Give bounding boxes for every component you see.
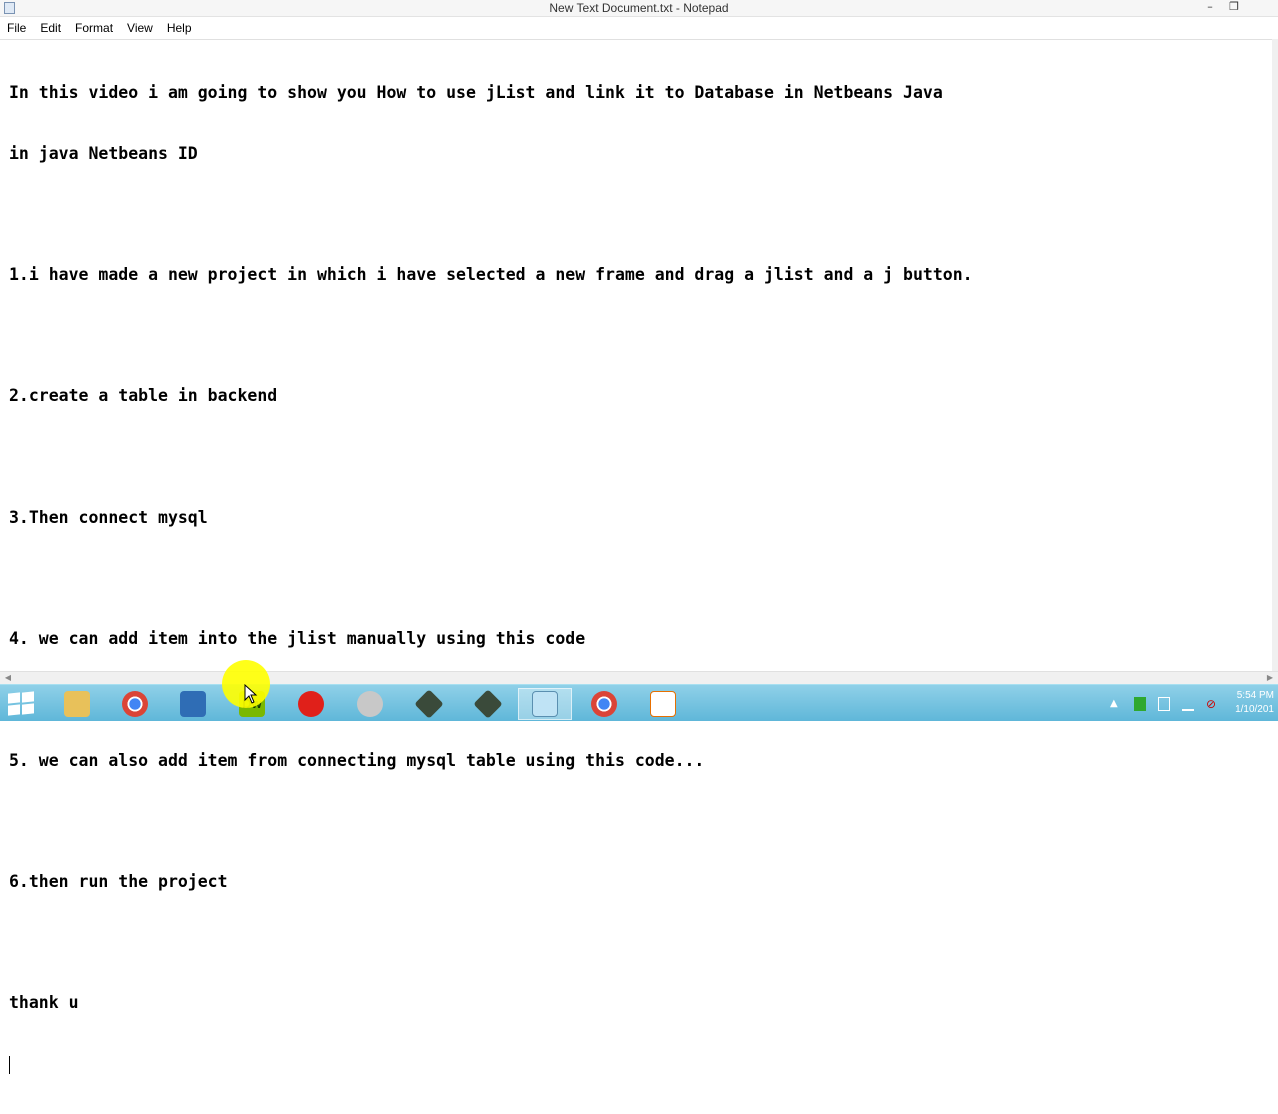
system-tray: ▲ ⊘	[1110, 695, 1218, 713]
menu-edit[interactable]: Edit	[33, 17, 68, 39]
scroll-right-arrow-icon[interactable]: ▶	[1264, 672, 1276, 684]
vertical-scrollbar[interactable]	[1272, 39, 1278, 671]
editor-line: 3.Then connect mysql	[9, 507, 208, 527]
opera-icon	[298, 691, 324, 717]
taskbar-opera[interactable]	[284, 688, 338, 720]
volume-muted-icon[interactable]: ⊘	[1206, 697, 1218, 711]
editor-line: 5. we can also add item from connecting …	[9, 750, 705, 770]
notepad-icon	[532, 691, 558, 717]
tray-app-icon[interactable]	[1134, 697, 1146, 711]
java-icon	[650, 691, 676, 717]
editor-line: In this video i am going to show you How…	[9, 83, 943, 102]
editor-line: 2.create a table in backend	[9, 386, 278, 406]
editor-line: 1.i have made a new project in which i h…	[9, 265, 973, 285]
taskbar-java[interactable]	[636, 688, 690, 720]
taskbar-notepad[interactable]	[518, 688, 572, 720]
menu-help[interactable]: Help	[160, 17, 199, 39]
taskbar-chrome[interactable]	[108, 688, 162, 720]
clock-time: 5:54 PM	[1236, 690, 1274, 701]
netbeans-icon	[414, 689, 444, 719]
tray-overflow-icon[interactable]: ▲	[1110, 697, 1122, 711]
window-title: New Text Document.txt - Notepad	[549, 1, 729, 15]
horizontal-scrollbar[interactable]: ◀ ▶	[0, 671, 1278, 684]
taskbar-netbeans[interactable]	[402, 688, 456, 720]
mouse-pointer-icon	[244, 684, 258, 704]
windows-logo-icon	[8, 692, 20, 704]
menu-bar: File Edit Format View Help	[0, 17, 1278, 39]
taskbar-netbeans-alt[interactable]	[461, 688, 515, 720]
menu-format[interactable]: Format	[68, 17, 120, 39]
text-editor[interactable]: In this video i am going to show you How…	[0, 39, 1272, 1074]
menu-view[interactable]: View	[120, 17, 160, 39]
taskbar: Dw ▲ ⊘ 5:54 PM 1/10/201	[0, 684, 1278, 721]
paint-icon	[357, 691, 383, 717]
title-bar: New Text Document.txt - Notepad – ❐	[0, 0, 1278, 17]
menu-file[interactable]: File	[0, 17, 33, 39]
editor-line: thank u	[9, 993, 79, 1013]
restore-button[interactable]: ❐	[1222, 0, 1246, 16]
text-caret	[9, 1055, 10, 1074]
start-button[interactable]	[8, 691, 36, 717]
editor-line: in java Netbeans ID	[9, 143, 198, 163]
editor-line: 4. we can add item into the jlist manual…	[9, 629, 586, 649]
chrome-icon-2	[591, 691, 617, 717]
network-icon[interactable]	[1182, 697, 1194, 711]
file-explorer-icon	[64, 691, 90, 717]
system-clock[interactable]: 5:54 PM 1/10/201	[1222, 689, 1274, 717]
clock-date: 1/10/201	[1235, 704, 1274, 715]
editor-caret-line	[9, 1053, 973, 1076]
editor-text: In this video i am going to show you How…	[9, 44, 973, 1114]
virtualbox-icon	[180, 691, 206, 717]
battery-icon[interactable]	[1158, 697, 1170, 711]
taskbar-paint[interactable]	[343, 688, 397, 720]
taskbar-virtualbox[interactable]	[166, 688, 220, 720]
netbeans-alt-icon	[473, 689, 503, 719]
minimize-button[interactable]: –	[1198, 0, 1222, 16]
chrome-icon	[122, 691, 148, 717]
taskbar-file-explorer[interactable]	[50, 688, 104, 720]
taskbar-chrome-2[interactable]	[577, 688, 631, 720]
scroll-left-arrow-icon[interactable]: ◀	[2, 672, 14, 684]
editor-line: 6.then run the project	[9, 871, 228, 891]
